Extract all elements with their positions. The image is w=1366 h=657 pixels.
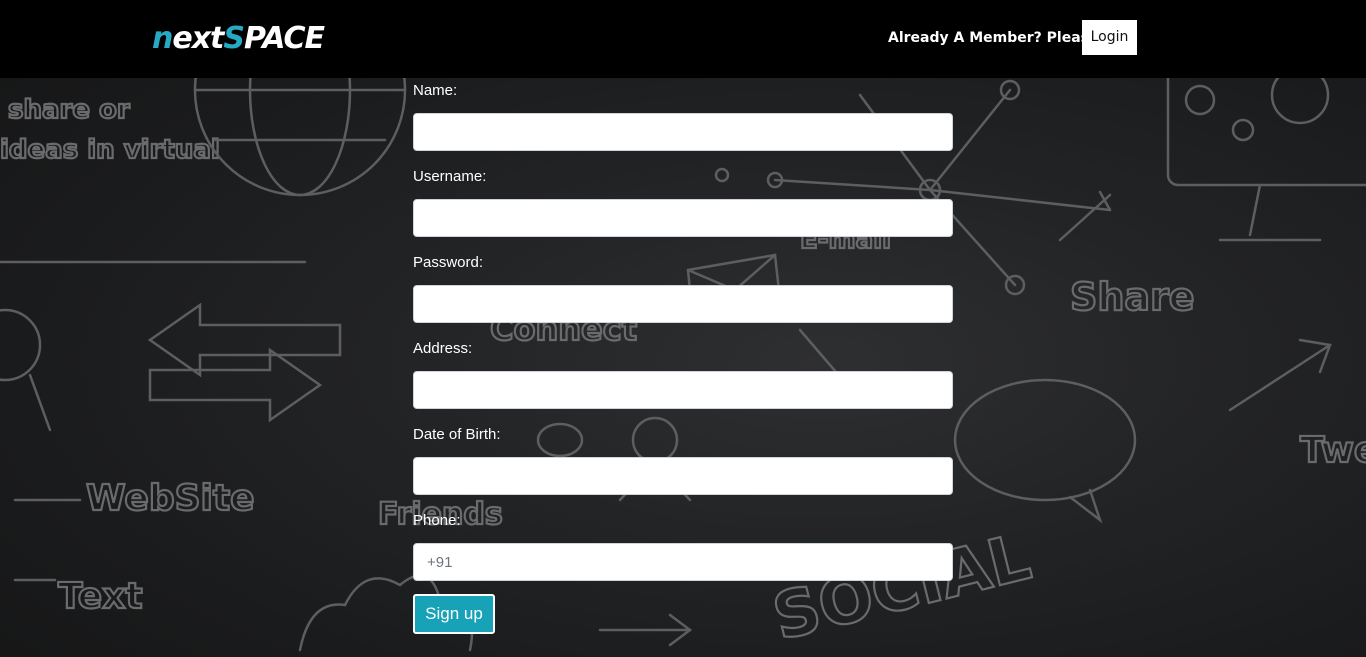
doodle-word: SOCIAL <box>766 520 1038 655</box>
member-prompt: Already A Member? Please <box>888 30 1099 46</box>
dob-input[interactable] <box>413 457 953 495</box>
logo-letter-n: n <box>152 21 173 56</box>
username-input[interactable] <box>413 199 953 237</box>
doodle-word: Share <box>1070 275 1195 319</box>
doodle-word: WebSite <box>86 478 255 519</box>
password-input[interactable] <box>413 285 953 323</box>
logo-text-ext: ext <box>172 21 224 56</box>
nextspace-logo[interactable]: nextSPACE <box>152 21 325 56</box>
phone-input[interactable] <box>413 543 953 581</box>
name-input[interactable] <box>413 113 953 151</box>
logo-letter-s: S <box>223 21 245 56</box>
phone-label: Phone: <box>413 512 461 529</box>
signup-button[interactable]: Sign up <box>413 594 495 634</box>
name-label: Name: <box>413 82 458 99</box>
logo-text-pace: PACE <box>244 21 325 56</box>
doodle-word: ideas in virtual <box>0 135 220 165</box>
doodle-word: Twe <box>1300 430 1366 471</box>
address-label: Address: <box>413 340 473 357</box>
address-input[interactable] <box>413 371 953 409</box>
doodle-word: Text <box>58 576 143 617</box>
top-navbar: nextSPACE Already A Member? Please Login <box>0 0 1366 78</box>
login-button[interactable]: Login <box>1082 20 1137 55</box>
password-label: Password: <box>413 254 484 271</box>
doodle-word: share or <box>8 95 130 125</box>
dob-label: Date of Birth: <box>413 426 501 443</box>
username-label: Username: <box>413 168 487 185</box>
